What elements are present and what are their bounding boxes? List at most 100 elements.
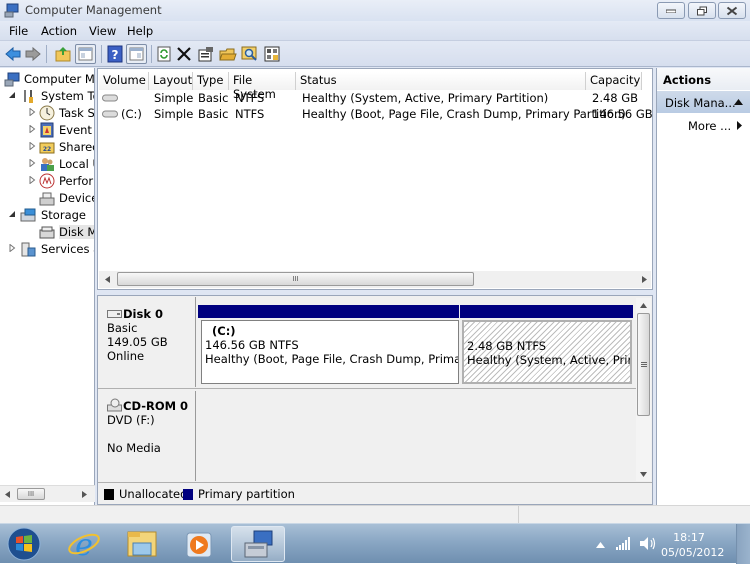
performance-icon [39, 173, 55, 189]
expanded-arrow-icon[interactable] [8, 91, 16, 99]
partition-letter: (C:) [212, 324, 236, 338]
system-clock[interactable]: 18:17 05/05/2012 [661, 530, 725, 560]
graphical-view-vertical-scrollbar[interactable] [636, 298, 651, 481]
device-manager-icon [39, 192, 55, 206]
actions-more-link[interactable]: More ... [688, 119, 731, 133]
collapsed-arrow-icon[interactable] [28, 142, 36, 150]
table-row[interactable]: (C:) Simple Basic NTFS Healthy (Boot, Pa… [98, 107, 654, 123]
menu-bar: File Action View Help [0, 21, 750, 41]
properties-icon[interactable] [197, 45, 215, 63]
column-header-layout[interactable]: Layout [149, 72, 193, 90]
cell-file-system: NTFS [235, 91, 265, 105]
taskbar-windows-explorer[interactable] [115, 526, 169, 562]
show-hidden-icons-icon[interactable] [596, 542, 605, 548]
open-folder-icon[interactable] [219, 45, 237, 63]
computer-management-icon [4, 72, 20, 87]
scroll-thumb[interactable]: III [17, 488, 45, 500]
cell-status: Healthy (System, Active, Primary Partiti… [302, 91, 549, 105]
show-hide-console-tree-button[interactable] [75, 44, 96, 64]
column-header-capacity[interactable]: Capacity [586, 72, 642, 90]
toolbar: ? [0, 41, 750, 67]
settings-icon[interactable] [263, 45, 281, 63]
refresh-icon[interactable] [155, 45, 173, 63]
expanded-arrow-icon[interactable] [8, 210, 16, 218]
window-title: Computer Management [25, 3, 162, 17]
cell-layout: Simple [154, 91, 194, 105]
column-header-file-system[interactable]: File System [229, 72, 296, 101]
collapsed-arrow-icon[interactable] [8, 244, 16, 252]
tree-item-label: Storage [41, 208, 86, 222]
legend: Unallocated Primary partition [98, 482, 652, 504]
disk-0-label[interactable]: Disk 0 Basic 149.05 GB Online [98, 297, 196, 387]
collapsed-arrow-icon[interactable] [28, 159, 36, 167]
taskbar-computer-management[interactable] [231, 526, 285, 562]
tree-item-label: Sharec [59, 140, 95, 154]
column-header-type[interactable]: Type [193, 72, 229, 90]
menu-file[interactable]: File [9, 24, 28, 38]
show-desktop-button[interactable] [736, 524, 750, 564]
close-button[interactable] [718, 2, 746, 19]
scroll-left-icon[interactable] [105, 276, 110, 283]
volume-speaker-icon[interactable] [639, 536, 657, 551]
search-icon[interactable] [241, 45, 259, 63]
tree-item-label: Computer Ma [24, 72, 95, 86]
clock-date: 05/05/2012 [661, 546, 725, 559]
taskbar-internet-explorer[interactable]: e [57, 526, 111, 563]
cdrom-type: DVD (F:) [107, 413, 155, 427]
scroll-left-icon[interactable] [5, 491, 10, 498]
table-row[interactable]: Simple Basic NTFS Healthy (System, Activ… [98, 91, 654, 107]
column-header-volume[interactable]: Volume [99, 72, 149, 90]
collapsed-arrow-icon[interactable] [28, 176, 36, 184]
start-button[interactable] [2, 526, 46, 562]
svg-text:?: ? [112, 48, 119, 62]
tree-horizontal-scrollbar[interactable]: III [0, 485, 95, 502]
menu-action[interactable]: Action [41, 24, 77, 38]
partition-status: Healthy (System, Active, Primary [467, 353, 630, 367]
menu-help[interactable]: Help [127, 24, 153, 38]
scroll-right-icon[interactable] [82, 491, 87, 498]
column-header-status[interactable]: Status [296, 72, 586, 90]
cell-file-system: NTFS [235, 107, 265, 121]
partition-system-reserved[interactable]: 2.48 GB NTFS Healthy (System, Active, Pr… [462, 320, 632, 384]
collapse-up-icon[interactable] [734, 99, 743, 105]
back-arrow-icon[interactable] [4, 45, 22, 63]
delete-icon[interactable] [175, 45, 193, 63]
disk-divider [98, 388, 636, 389]
actions-section-disk-management[interactable]: Disk Mana... [657, 91, 750, 113]
scroll-thumb[interactable]: III [117, 272, 474, 286]
tree-item-label: Task S [59, 106, 95, 120]
internet-explorer-icon: e [68, 528, 100, 563]
minimize-button[interactable] [657, 2, 685, 19]
scroll-thumb[interactable] [637, 313, 650, 416]
cell-capacity: 146.56 GB [592, 107, 653, 121]
volume-list-horizontal-scrollbar[interactable]: III [99, 271, 651, 288]
partition-c[interactable]: (C:) 146.56 GB NTFS Healthy (Boot, Page … [201, 320, 459, 384]
event-viewer-icon [40, 122, 54, 138]
network-signal-icon[interactable] [616, 537, 632, 550]
collapsed-arrow-icon[interactable] [28, 125, 36, 133]
tree-item-label: System To [41, 89, 95, 103]
taskbar-media-player[interactable] [172, 526, 226, 562]
windows-explorer-icon [127, 531, 157, 557]
forward-arrow-icon[interactable] [24, 45, 42, 63]
up-folder-icon[interactable] [54, 45, 72, 63]
show-hide-action-pane-button[interactable] [126, 44, 147, 64]
collapsed-arrow-icon[interactable] [28, 108, 36, 116]
svg-text:e: e [75, 528, 93, 562]
scroll-down-icon[interactable] [640, 472, 647, 477]
cdrom-icon [107, 398, 122, 412]
cdrom-0-label[interactable]: CD-ROM 0 DVD (F:) No Media [98, 391, 196, 481]
menu-view[interactable]: View [89, 24, 116, 38]
toolbar-separator [151, 45, 152, 63]
cdrom-name: CD-ROM 0 [123, 399, 189, 413]
tree-item-label: Services ar [41, 242, 94, 256]
tree-item-label: Perforn [59, 174, 94, 188]
restore-button[interactable] [688, 2, 716, 19]
scroll-up-icon[interactable] [640, 303, 647, 308]
submenu-arrow-icon[interactable] [737, 121, 742, 130]
help-icon[interactable]: ? [106, 45, 124, 63]
media-player-icon [186, 532, 212, 558]
scroll-right-icon[interactable] [642, 276, 647, 283]
actions-pane: Actions Disk Mana... More ... [656, 68, 750, 505]
title-bar[interactable]: Computer Management [0, 0, 750, 21]
